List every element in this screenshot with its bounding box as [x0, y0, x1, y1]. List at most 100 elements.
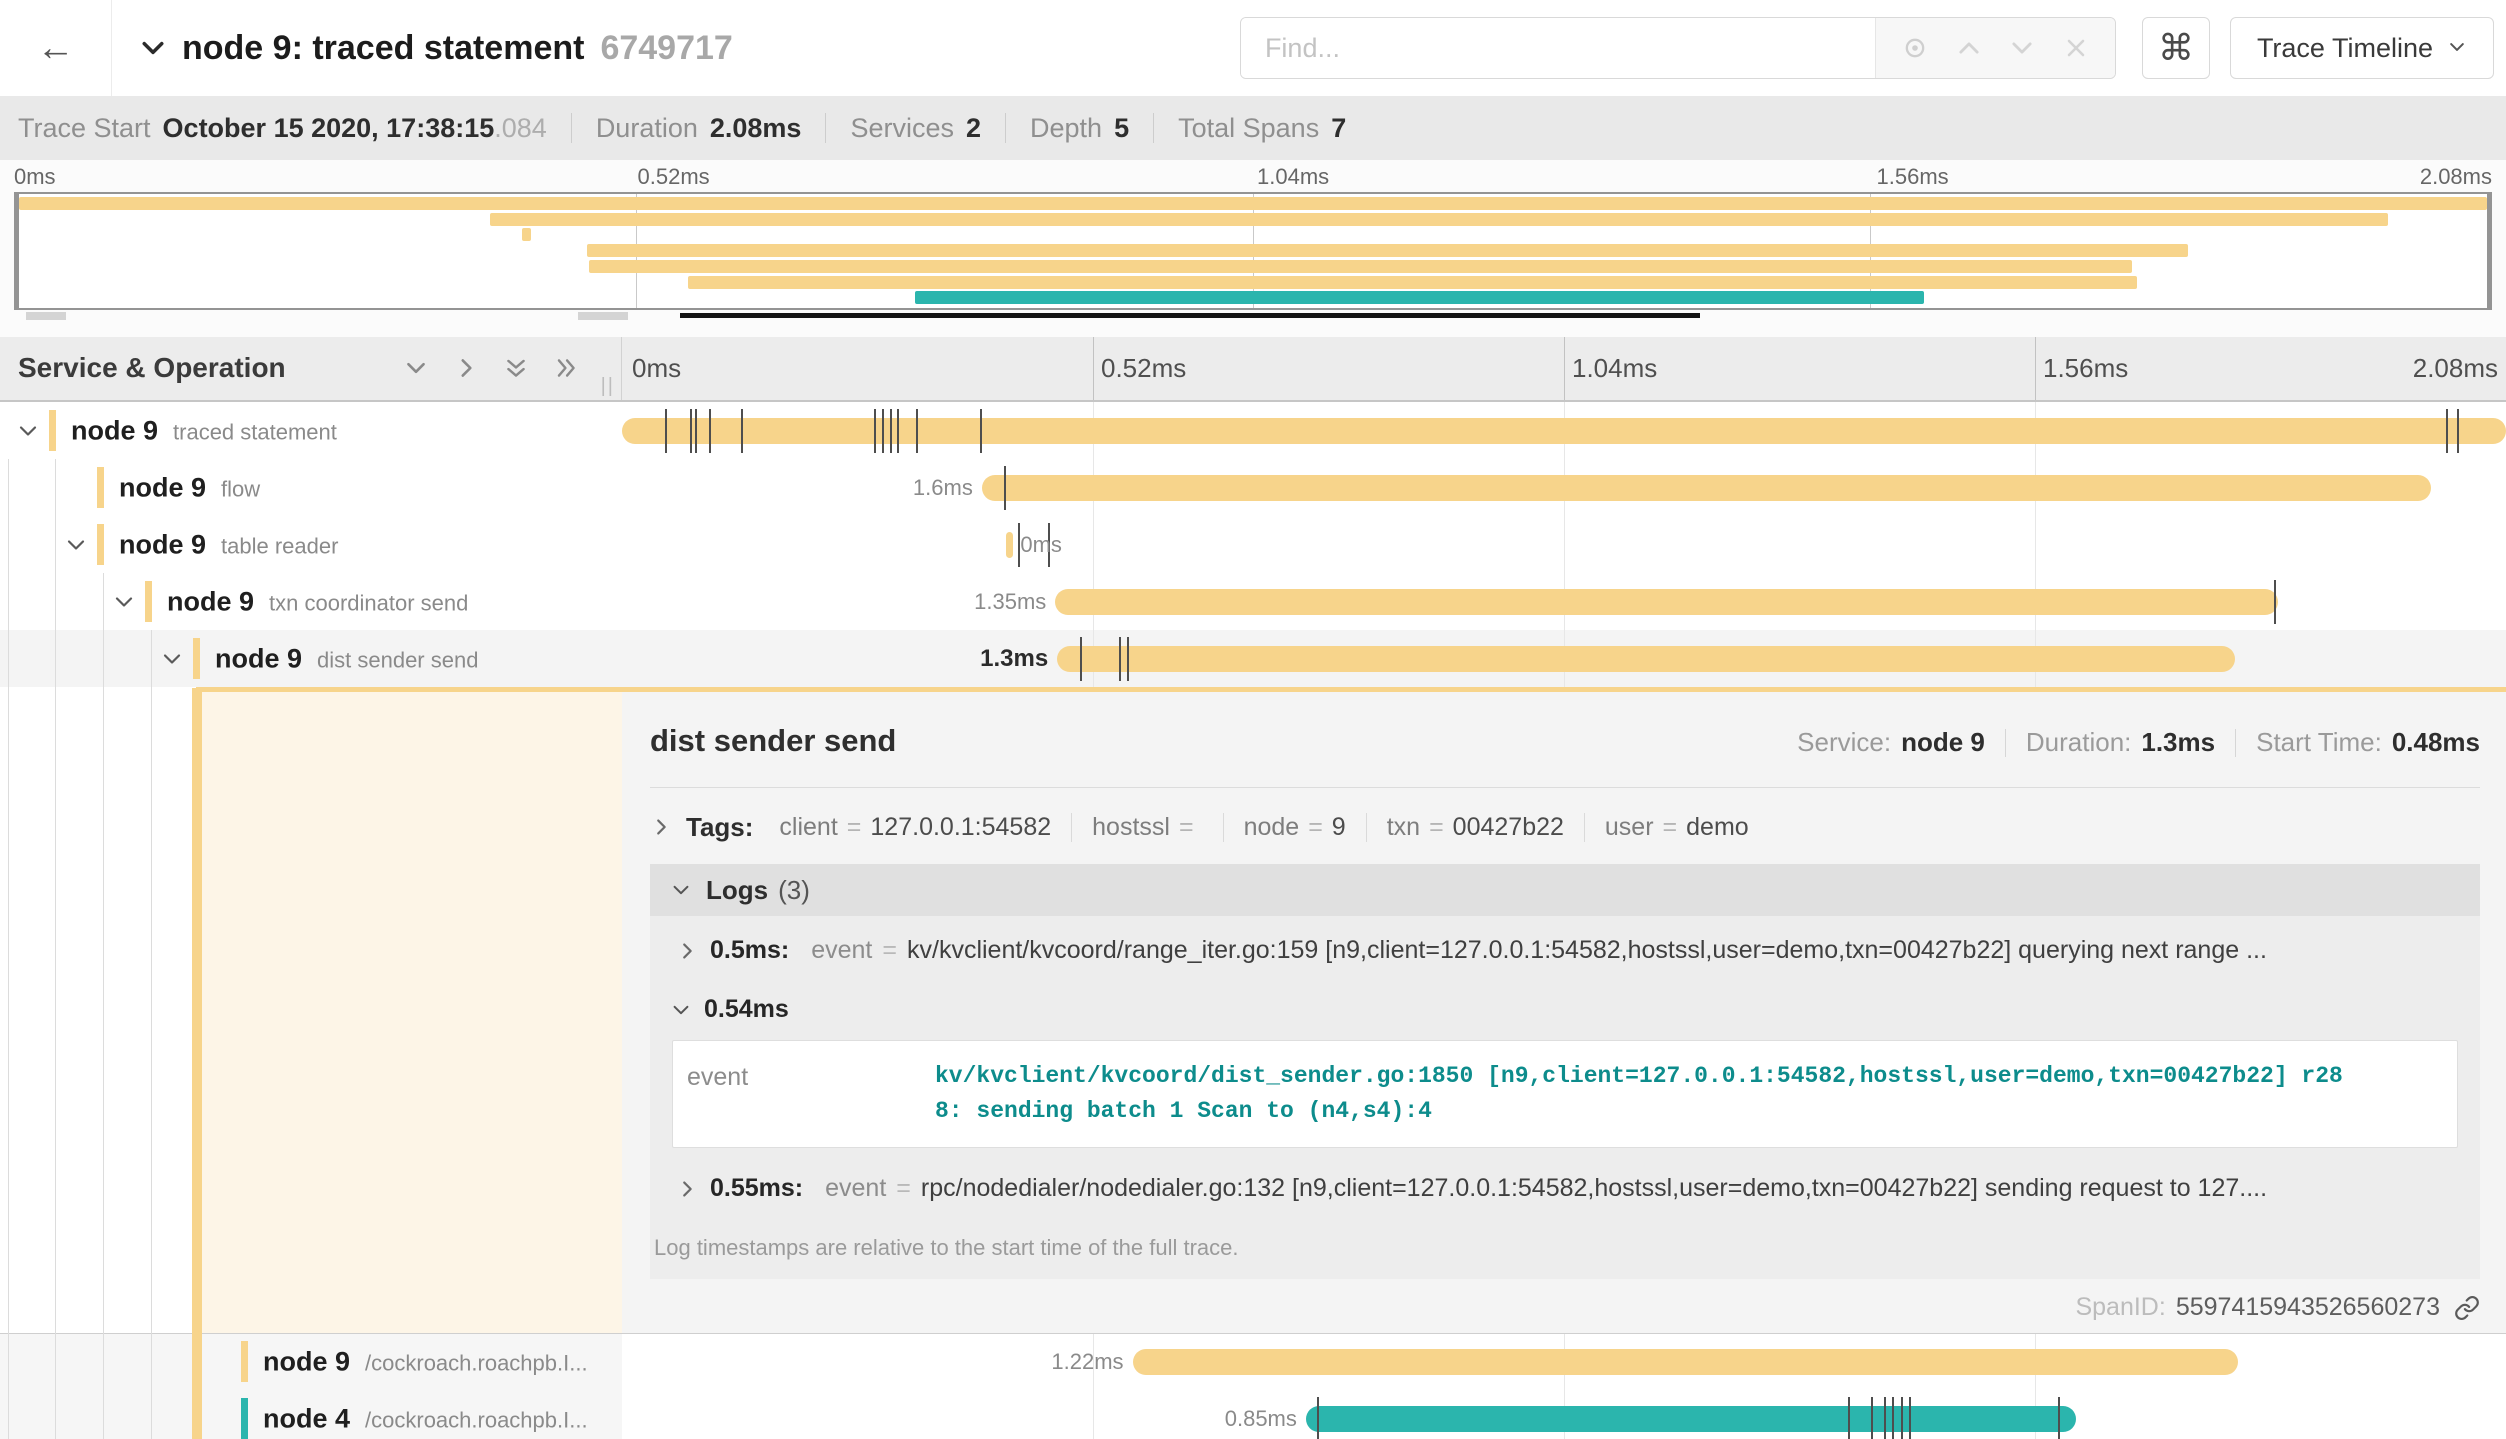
span-duration-bar[interactable] [982, 475, 2431, 501]
log-row-expanded-header[interactable]: 0.54ms [650, 979, 2480, 1024]
span-duration-bar[interactable] [1306, 1406, 2077, 1432]
tag-value: 9 [1332, 813, 1346, 842]
service-name[interactable]: node 9/cockroach.roachpb.I... [263, 1346, 588, 1377]
span-collapse-chevron-icon[interactable] [16, 419, 40, 443]
span-duration-label: 1.3ms [980, 645, 1048, 673]
find-input[interactable] [1241, 18, 1875, 78]
span-row[interactable]: node 4/cockroach.roachpb.I... 0.85ms [0, 1390, 2506, 1439]
span-collapse-chevron-icon[interactable] [64, 533, 88, 557]
service-operation-title: Service & Operation [18, 352, 286, 384]
span-log-tick [1848, 1397, 1850, 1439]
minimap-span-bar [589, 260, 2132, 273]
service-name[interactable]: node 4/cockroach.roachpb.I... [263, 1403, 588, 1434]
log-row[interactable]: 0.5ms:event=kv/kvclient/kvcoord/range_it… [650, 916, 2480, 979]
ruler-tick-label: 2.08ms [2413, 353, 2498, 384]
tag-item: hostssl= [1092, 813, 1223, 842]
detail-duration-value: 1.3ms [2141, 727, 2215, 758]
span-duration-bar[interactable] [1055, 589, 2278, 615]
collapse-one-icon[interactable] [403, 355, 429, 381]
service-color-bar [193, 638, 200, 679]
keyboard-shortcuts-button[interactable]: ⌘ [2142, 17, 2210, 79]
span-row[interactable]: node 9/cockroach.roachpb.I...1.22ms [0, 1333, 2506, 1390]
logs-header[interactable]: Logs (3) [650, 864, 2480, 916]
collapse-all-icon[interactable] [503, 355, 529, 381]
log-timestamp: 0.54ms [704, 995, 789, 1024]
locate-icon[interactable] [1901, 34, 1929, 62]
span-duration-bar[interactable] [1057, 646, 2235, 672]
service-operation-header: Service & Operation || [0, 337, 622, 400]
minimap-window-indicator[interactable] [680, 313, 1700, 318]
span-row[interactable]: node 9dist sender send 1.3ms [0, 630, 2506, 687]
trace-id-short: 6749717 [600, 29, 732, 68]
expand-one-icon[interactable] [453, 355, 479, 381]
span-collapse-chevron-icon[interactable] [112, 590, 136, 614]
detail-starttime-label: Start Time: [2256, 727, 2382, 758]
minimap-scrubber-handle[interactable] [26, 312, 66, 320]
span-duration-label: 1.6ms [913, 475, 973, 501]
service-name[interactable]: node 9txn coordinator send [167, 586, 468, 617]
summary-value: October 15 2020, 17:38:15 [163, 113, 495, 144]
log-row[interactable]: 0.55ms:event=rpc/nodedialer/nodedialer.g… [650, 1154, 2480, 1217]
column-resize-grip[interactable]: || [601, 375, 615, 398]
page-title: node 9: traced statement [182, 29, 584, 68]
service-name[interactable]: node 9dist sender send [215, 643, 478, 674]
detail-service-label: Service: [1797, 727, 1891, 758]
detail-operation-title: dist sender send [650, 723, 896, 759]
minimap-tick-label: 1.04ms [1257, 164, 1329, 190]
span-log-tick [916, 409, 918, 453]
clear-icon[interactable] [2062, 34, 2090, 62]
tag-equals: = [1179, 813, 1194, 842]
log-timestamp: 0.5ms: [710, 936, 789, 965]
tag-equals: = [1308, 813, 1323, 842]
back-button[interactable]: ← [0, 0, 112, 96]
summary-separator [825, 113, 826, 143]
service-name[interactable]: node 9flow [119, 472, 260, 503]
tags-row[interactable]: Tags: client=127.0.0.1:54582hostssl=node… [650, 802, 2480, 852]
minimap-span-bar [915, 291, 1924, 304]
span-duration-bar[interactable] [622, 418, 2506, 444]
operation-name: dist sender send [317, 647, 478, 672]
view-select-label: Trace Timeline [2257, 33, 2433, 64]
span-duration-bar[interactable] [1133, 1349, 2239, 1375]
expand-all-icon[interactable] [553, 355, 579, 381]
trace-minimap[interactable]: 0ms0.52ms1.04ms1.56ms2.08ms [0, 160, 2506, 337]
span-log-tick [897, 409, 899, 453]
span-row[interactable]: node 9traced statement [0, 402, 2506, 459]
span-row[interactable]: node 9table reader0ms [0, 516, 2506, 573]
logs-title: Logs [706, 875, 768, 906]
summary-value: 7 [1331, 113, 1346, 144]
minimap-viewport[interactable] [14, 192, 2492, 310]
minimap-scrubber-handle[interactable] [578, 312, 628, 320]
service-name[interactable]: node 9traced statement [71, 415, 337, 446]
summary-value: 2 [966, 113, 981, 144]
span-log-tick [890, 409, 892, 453]
detail-left-gutter [0, 687, 622, 1333]
span-duration-bar[interactable] [1006, 532, 1013, 558]
span-log-tick [1871, 1397, 1873, 1439]
service-color-bar [145, 581, 152, 622]
chevron-down-icon[interactable] [2008, 34, 2036, 62]
detail-duration-label: Duration: [2026, 727, 2132, 758]
tag-item: client=127.0.0.1:54582 [779, 813, 1072, 842]
span-row[interactable]: node 9flow 1.6ms [0, 459, 2506, 516]
span-collapse-chevron-icon[interactable] [160, 647, 184, 671]
tag-value: 00427b22 [1453, 813, 1564, 842]
chevron-down-icon [2447, 33, 2467, 64]
tag-equals: = [1429, 813, 1444, 842]
span-log-tick [709, 409, 711, 453]
detail-indent-highlight [202, 692, 622, 1333]
minimap-span-bar [688, 276, 2137, 289]
span-row[interactable]: node 9txn coordinator send1.35ms [0, 573, 2506, 630]
span-log-tick [874, 409, 876, 453]
service-name[interactable]: node 9table reader [119, 529, 338, 560]
chevron-down-icon [670, 999, 692, 1021]
span-duration-label: 0.85ms [1225, 1406, 1297, 1432]
trace-collapse-toggle[interactable] [138, 33, 168, 63]
summary-label: Trace Start [18, 113, 151, 144]
span-log-tick [665, 409, 667, 453]
chevron-up-icon[interactable] [1955, 34, 1983, 62]
deep-link-icon[interactable] [2454, 1295, 2480, 1321]
service-color-bar [97, 467, 104, 508]
summary-separator [1005, 113, 1006, 143]
view-select-button[interactable]: Trace Timeline [2230, 17, 2494, 79]
